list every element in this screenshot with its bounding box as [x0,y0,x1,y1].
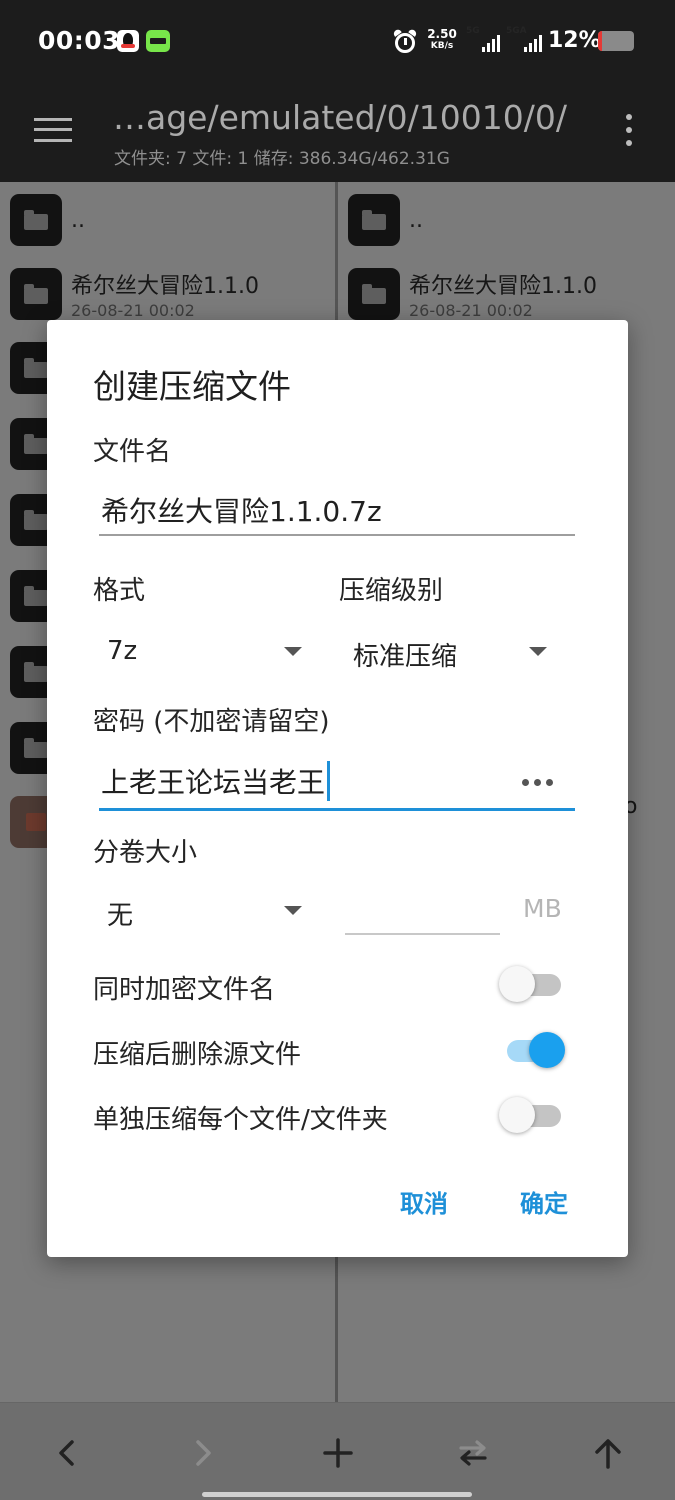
delete-source-switch[interactable] [499,1030,565,1070]
password-underline [99,808,575,811]
split-dropdown-caret-icon[interactable] [284,906,302,915]
dialog-title: 创建压缩文件 [93,367,291,406]
split-size-label: 分卷大小 [93,838,198,868]
network-speed: 2.50 KB/s [427,27,457,51]
folder-summary: 文件夹: 7 文件: 1 储存: 386.34G/462.31G [114,149,450,169]
encrypt-filenames-switch[interactable] [499,964,565,1004]
folder-icon [10,194,62,246]
level-dropdown-caret-icon[interactable] [529,647,547,656]
password-input[interactable]: 上老王论坛当老王 [101,761,331,801]
compression-level-select[interactable]: 标准压缩 [353,636,457,673]
encrypt-filenames-label: 同时加密文件名 [93,975,276,1005]
qq-icon [117,30,139,52]
filename-input[interactable]: 希尔丝大冒险1.1.0.7z [101,490,382,530]
split-size-select[interactable]: 无 [107,895,133,932]
signal-5g-icon: 5G [466,26,500,54]
compress-separately-switch[interactable] [499,1095,565,1135]
text-cursor [327,761,331,801]
battery-percent: 12% [548,28,601,53]
create-archive-dialog: 创建压缩文件 文件名 希尔丝大冒险1.1.0.7z 格式 压缩级别 7z 标准压… [47,320,628,1257]
cancel-button[interactable]: 取消 [400,1184,448,1219]
password-label: 密码 (不加密请留空) [93,707,330,737]
alarm-icon [392,28,418,54]
list-item[interactable]: .. [0,192,335,268]
back-arrow-icon[interactable] [47,1433,87,1473]
format-select[interactable]: 7z [107,636,137,666]
home-indicator[interactable] [202,1492,472,1497]
clock: 00:03 [38,26,121,55]
filename-underline [99,534,575,536]
folder-icon [348,268,400,320]
current-path[interactable]: …age/emulated/0/10010/0/ [113,98,603,137]
hamburger-menu-icon[interactable] [34,116,72,144]
filename-label: 文件名 [93,437,172,467]
format-label: 格式 [93,576,146,606]
folder-icon [10,268,62,320]
plus-icon[interactable] [318,1433,358,1473]
compression-level-label: 压缩级别 [339,576,444,606]
list-item[interactable]: .. [338,192,675,268]
more-vert-icon[interactable] [624,112,634,148]
split-size-unit: MB [523,894,562,923]
compress-separately-label: 单独压缩每个文件/文件夹 [93,1105,388,1135]
app-bar: …age/emulated/0/10010/0/ 文件夹: 7 文件: 1 储存… [0,86,675,182]
battery-icon [598,31,634,51]
up-arrow-icon[interactable] [588,1433,628,1473]
forward-arrow-icon[interactable] [183,1433,223,1473]
signal-5ga-icon: 5GA [506,26,542,54]
kook-app-icon [146,30,170,52]
status-bar: 00:03 2.50 KB/s 5G 5GA 12% [0,0,675,86]
password-options-icon[interactable] [522,779,554,787]
confirm-button[interactable]: 确定 [520,1184,568,1219]
delete-source-label: 压缩后删除源文件 [93,1040,302,1070]
bottom-toolbar [0,1402,675,1500]
swap-icon[interactable] [453,1433,493,1473]
folder-icon [348,194,400,246]
format-dropdown-caret-icon[interactable] [284,647,302,656]
split-size-input[interactable] [345,933,500,935]
